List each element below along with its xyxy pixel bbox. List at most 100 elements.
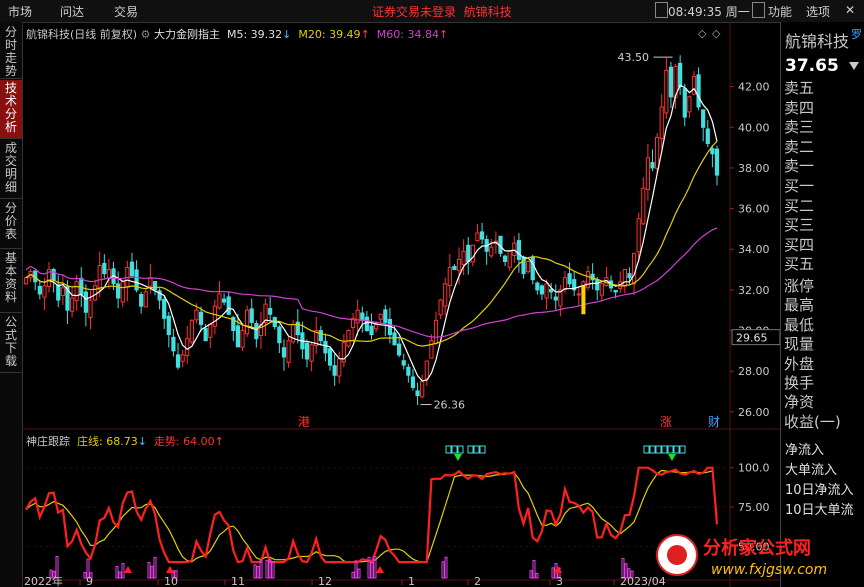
diamond-icon-2: ◇ [712, 27, 721, 40]
candle [627, 267, 632, 286]
candle [189, 319, 194, 345]
price-axis-label: 26.00 [738, 406, 770, 419]
menu-market[interactable]: 市场 [8, 3, 32, 20]
candle [143, 287, 148, 308]
signal-bar-magenta [153, 556, 157, 579]
stat-label-4: 外盘 [784, 354, 815, 373]
signal-bar-magenta [532, 559, 536, 579]
order-label-6: 买二 [784, 196, 815, 215]
kline-svg[interactable]: 42.0040.0038.0036.0034.0032.0030.0028.00… [22, 22, 780, 587]
up-arrow-icon-2: ↑ [438, 28, 449, 41]
candle [420, 374, 425, 399]
x-axis-label: 11 [231, 575, 245, 587]
order-label-4: 卖一 [784, 157, 815, 176]
candle [60, 274, 65, 306]
candle [484, 235, 489, 265]
signal-bar-magenta [271, 561, 275, 579]
candle [240, 322, 245, 352]
indicator-name[interactable]: 大力金刚指主 [154, 28, 220, 41]
candle [682, 83, 687, 127]
candle [65, 280, 70, 324]
candle [479, 222, 485, 245]
tab-intraday[interactable]: 分时走势 [0, 24, 22, 79]
event-marker-zhang: 涨 [660, 414, 672, 429]
expand-icon[interactable] [849, 62, 859, 70]
top-signal-box [649, 445, 656, 454]
current-price-label: 29.65 [736, 332, 768, 345]
candle [42, 278, 47, 310]
x-axis-label: 9 [86, 575, 93, 587]
candle [277, 325, 282, 354]
candle [69, 285, 75, 318]
main-legend: 航锦科技(日线 前复权) ⚙ 大力金刚指主 M5: 39.32↓ M20: 39… [26, 26, 448, 42]
price-axis-label: 32.00 [738, 284, 770, 297]
candle [553, 284, 558, 310]
menu-options[interactable]: 选项 [806, 3, 830, 20]
order-label-3: 卖二 [784, 137, 815, 156]
tab-profile[interactable]: 基本资料 [0, 250, 22, 313]
up-arrow-icon-3: ↑ [214, 435, 224, 448]
tab-technical[interactable]: 技术分析 [0, 80, 22, 139]
down-arrow-icon: ↓ [282, 28, 292, 41]
price-axis-label: 42.00 [738, 81, 770, 94]
top-signal-box [679, 445, 686, 454]
candle [452, 264, 457, 271]
candle [125, 260, 130, 302]
flow-label-3: 10日大单流 [785, 503, 854, 519]
candle [401, 353, 406, 370]
candle [162, 296, 167, 329]
menu-bar: 市场 问达 交易 证券交易未登录 航锦科技 08:49:35 周一 功能 选项 … [0, 0, 864, 23]
window-box-icon-2[interactable] [752, 2, 765, 18]
gear-icon[interactable]: ⚙ [141, 28, 151, 41]
candle [139, 291, 144, 314]
candle [120, 281, 125, 308]
candle [346, 329, 351, 348]
candle [714, 145, 720, 186]
zhuangxian-value: 庄线: 68.73 [77, 435, 138, 448]
tab-formula-download[interactable]: 公式下载 [0, 314, 22, 373]
top-signal-box [643, 445, 650, 454]
top-signal-box [667, 445, 674, 454]
menu-trade[interactable]: 交易 [114, 3, 138, 20]
event-marker-gang: 港 [298, 415, 310, 429]
candle [650, 149, 655, 172]
candle [535, 281, 540, 295]
candle [641, 177, 646, 225]
signal-bar-magenta [551, 567, 555, 579]
candle [254, 320, 259, 348]
candle [221, 293, 227, 306]
candle [664, 58, 669, 119]
green-arrow-icon [454, 454, 462, 461]
candle [397, 337, 402, 358]
stat-label-5: 换手 [784, 374, 815, 392]
candle [489, 238, 494, 258]
candle [433, 311, 439, 345]
candle [668, 61, 674, 109]
candle [567, 262, 572, 288]
candle [157, 288, 162, 310]
menu-ask[interactable]: 问达 [60, 3, 84, 20]
chart-area[interactable]: 42.0040.0038.0036.0034.0032.0030.0028.00… [22, 22, 780, 587]
chart-title: 航锦科技(日线 前复权) [26, 28, 138, 41]
up-arrow-icon: ↑ [360, 28, 370, 41]
x-axis-label: 3 [556, 575, 563, 587]
candle [350, 312, 356, 341]
close-icon[interactable]: ✕ [845, 3, 855, 17]
menu-func[interactable]: 功能 [768, 3, 792, 20]
sub-indicator-name[interactable]: 神庄跟踪 [26, 435, 70, 448]
candle [549, 282, 554, 300]
candle [309, 342, 314, 372]
candle [171, 328, 176, 357]
signal-bar-magenta [351, 571, 355, 579]
stat-label-1: 最高 [784, 296, 815, 315]
candle [406, 363, 411, 383]
candle [705, 120, 710, 148]
candle [502, 254, 508, 267]
stock-tag: 罗 [851, 28, 862, 41]
candle [102, 254, 107, 280]
candle [466, 237, 471, 275]
window-box-icon[interactable] [655, 2, 668, 18]
top-signal-box [467, 445, 474, 454]
tab-trades[interactable]: 成交明细 [0, 140, 22, 199]
tab-price-table[interactable]: 分价表 [0, 200, 22, 249]
